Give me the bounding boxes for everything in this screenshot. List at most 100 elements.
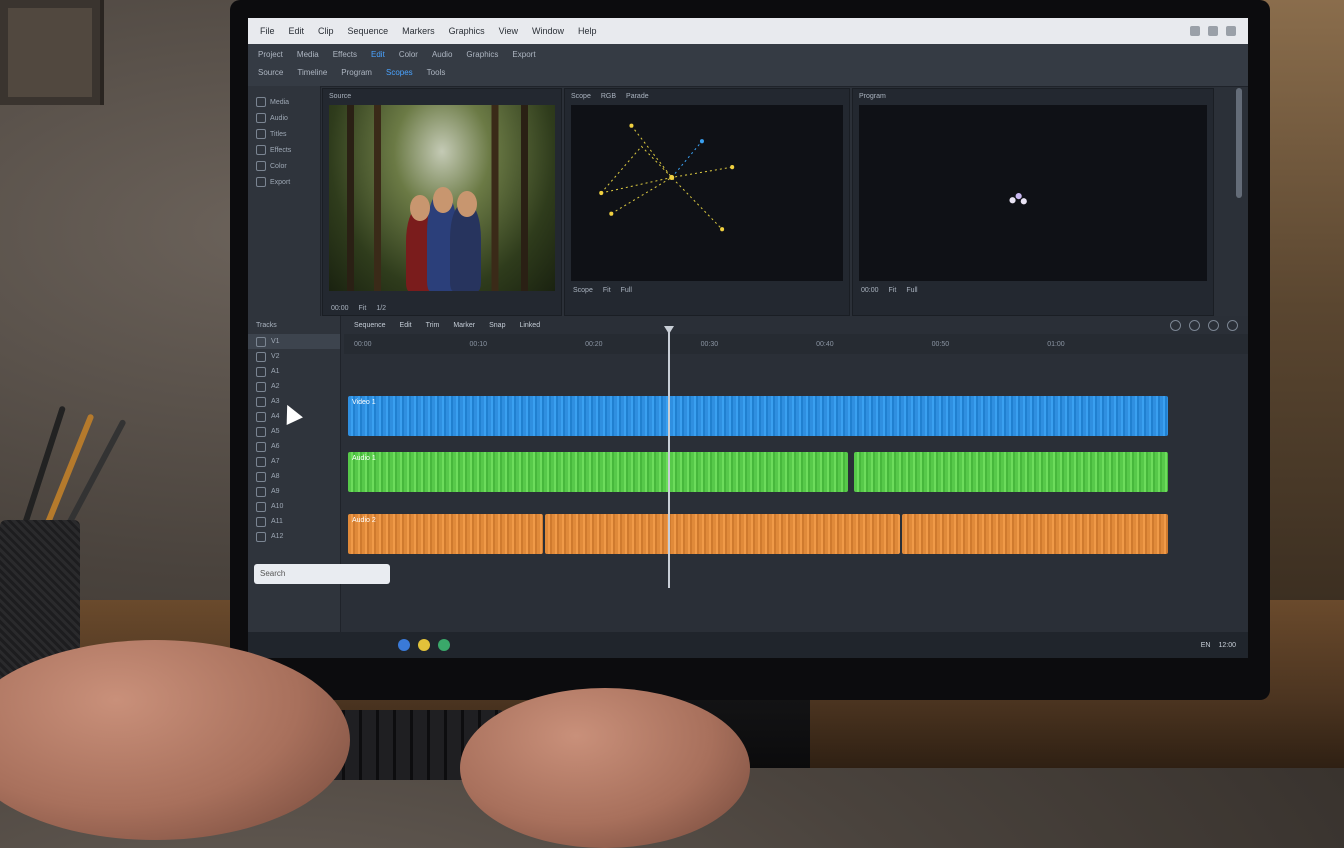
app-icon[interactable] — [438, 639, 450, 651]
tab-media[interactable]: Media — [297, 50, 319, 59]
menu-help[interactable]: Help — [578, 26, 597, 36]
menu-view[interactable]: View — [499, 26, 518, 36]
editor-screen: File Edit Clip Sequence Markers Graphics… — [248, 18, 1248, 658]
timeline-marker-tool[interactable]: Marker — [453, 322, 475, 329]
pen — [20, 405, 67, 531]
menu-markers[interactable]: Markers — [402, 26, 435, 36]
track-header[interactable]: A2 — [248, 379, 340, 394]
media-side-panel: Media Audio Titles Effects Color Export — [248, 86, 321, 316]
menu-graphics[interactable]: Graphics — [449, 26, 485, 36]
sidebar-item-color[interactable]: Color — [248, 158, 320, 174]
search-icon[interactable] — [398, 639, 410, 651]
audio-track-icon — [256, 441, 266, 452]
track-header[interactable]: V1 — [248, 334, 340, 349]
timeline-ruler[interactable]: 00:00 00:10 00:20 00:30 00:40 00:50 01:0… — [344, 334, 1248, 354]
sidebar-item-export[interactable]: Export — [248, 174, 320, 190]
language-indicator[interactable]: EN — [1201, 642, 1211, 649]
tab-audio[interactable]: Audio — [432, 50, 452, 59]
main-toolbar: Project Media Effects Edit Color Audio G… — [248, 44, 1248, 87]
audio-track-icon — [256, 381, 266, 392]
system-tray: EN 12:00 — [1201, 642, 1248, 649]
video-clip[interactable]: Video 1 — [348, 396, 1168, 436]
search-input[interactable]: Search — [254, 564, 390, 584]
audio-track-icon — [256, 486, 266, 497]
vertical-scrollbar[interactable] — [1236, 88, 1242, 198]
program-canvas[interactable] — [859, 105, 1207, 281]
track-header[interactable]: A8 — [248, 469, 340, 484]
menu-edit[interactable]: Edit — [289, 26, 305, 36]
timeline-toolbar: Sequence Edit Trim Marker Snap Linked — [344, 316, 1248, 335]
app-icon[interactable] — [418, 639, 430, 651]
scope-node — [599, 190, 604, 196]
menu-sequence[interactable]: Sequence — [348, 26, 389, 36]
timeline-edit-tool[interactable]: Edit — [400, 322, 412, 329]
track-header[interactable]: A5 — [248, 424, 340, 439]
menu-clip[interactable]: Clip — [318, 26, 334, 36]
scope-trace — [631, 125, 723, 230]
timeline-sequence-label[interactable]: Sequence — [354, 322, 386, 329]
minimize-icon[interactable] — [1190, 26, 1200, 36]
playhead[interactable] — [664, 326, 674, 588]
source-viewer-header: Source — [329, 92, 352, 100]
track-header[interactable]: A9 — [248, 484, 340, 499]
tab-project[interactable]: Project — [258, 50, 283, 59]
audio-track-icon — [256, 411, 266, 422]
sidebar-item-effects[interactable]: Effects — [248, 142, 320, 158]
track-list: Tracks V1 V2 A1 A2 A3 A4 A5 A6 A7 A8 A9 … — [248, 316, 341, 658]
settings-icon[interactable] — [1227, 319, 1238, 331]
tab-color[interactable]: Color — [399, 50, 418, 59]
track-header[interactable]: A6 — [248, 439, 340, 454]
audio-track-icon — [256, 471, 266, 482]
timeline-right-tools — [1170, 319, 1248, 331]
people-group — [405, 186, 483, 291]
scope-node — [699, 139, 704, 144]
clock[interactable]: 12:00 — [1218, 642, 1236, 649]
close-icon[interactable] — [1226, 26, 1236, 36]
sidebar-item-audio[interactable]: Audio — [248, 110, 320, 126]
loop-icon[interactable] — [1189, 319, 1200, 331]
track-header[interactable]: A10 — [248, 499, 340, 514]
audio-clip[interactable] — [545, 514, 900, 554]
scope-canvas — [571, 105, 843, 281]
tab-scopes[interactable]: Scopes — [386, 68, 413, 77]
audio-clip[interactable]: Audio 1 — [348, 452, 848, 492]
tab-export[interactable]: Export — [512, 50, 535, 59]
sidebar-item-media[interactable]: Media — [248, 94, 320, 110]
sidebar-item-titles[interactable]: Titles — [248, 126, 320, 142]
scope-node — [669, 174, 675, 181]
color-icon — [256, 161, 266, 171]
zoom-icon[interactable] — [1208, 319, 1219, 331]
audio-track-icon — [256, 501, 266, 512]
tab-timeline[interactable]: Timeline — [297, 68, 327, 77]
track-header[interactable]: A12 — [248, 529, 340, 544]
track-header[interactable]: A1 — [248, 364, 340, 379]
audio-track-icon — [256, 516, 266, 527]
timeline-snap-toggle[interactable]: Snap — [489, 322, 505, 329]
tab-tools[interactable]: Tools — [427, 68, 446, 77]
track-header[interactable]: A11 — [248, 514, 340, 529]
tab-program[interactable]: Program — [341, 68, 372, 77]
audio-clip[interactable] — [854, 452, 1168, 492]
menu-window[interactable]: Window — [532, 26, 564, 36]
maximize-icon[interactable] — [1208, 26, 1218, 36]
video-track-icon — [256, 336, 266, 347]
timeline-trim-tool[interactable]: Trim — [426, 322, 440, 329]
tab-graphics[interactable]: Graphics — [466, 50, 498, 59]
play-icon[interactable] — [1170, 319, 1181, 331]
person-head — [456, 190, 477, 218]
program-viewer-footer: 00:00 Fit Full — [861, 286, 918, 294]
tab-source[interactable]: Source — [258, 68, 283, 77]
track-header[interactable]: A7 — [248, 454, 340, 469]
audio-clip[interactable]: Audio 2 — [348, 514, 543, 554]
menu-file[interactable]: File — [260, 26, 275, 36]
program-viewer: Program 00:00 Fit Full — [852, 88, 1214, 316]
source-video-frame[interactable] — [329, 105, 555, 291]
audio-track-icon — [256, 426, 266, 437]
audio-clip[interactable] — [902, 514, 1168, 554]
tab-edit[interactable]: Edit — [371, 50, 385, 59]
tab-effects[interactable]: Effects — [333, 50, 357, 59]
scope-node — [629, 123, 634, 128]
track-header[interactable]: V2 — [248, 349, 340, 364]
timeline-linked-toggle[interactable]: Linked — [519, 322, 540, 329]
text-icon — [256, 129, 266, 139]
